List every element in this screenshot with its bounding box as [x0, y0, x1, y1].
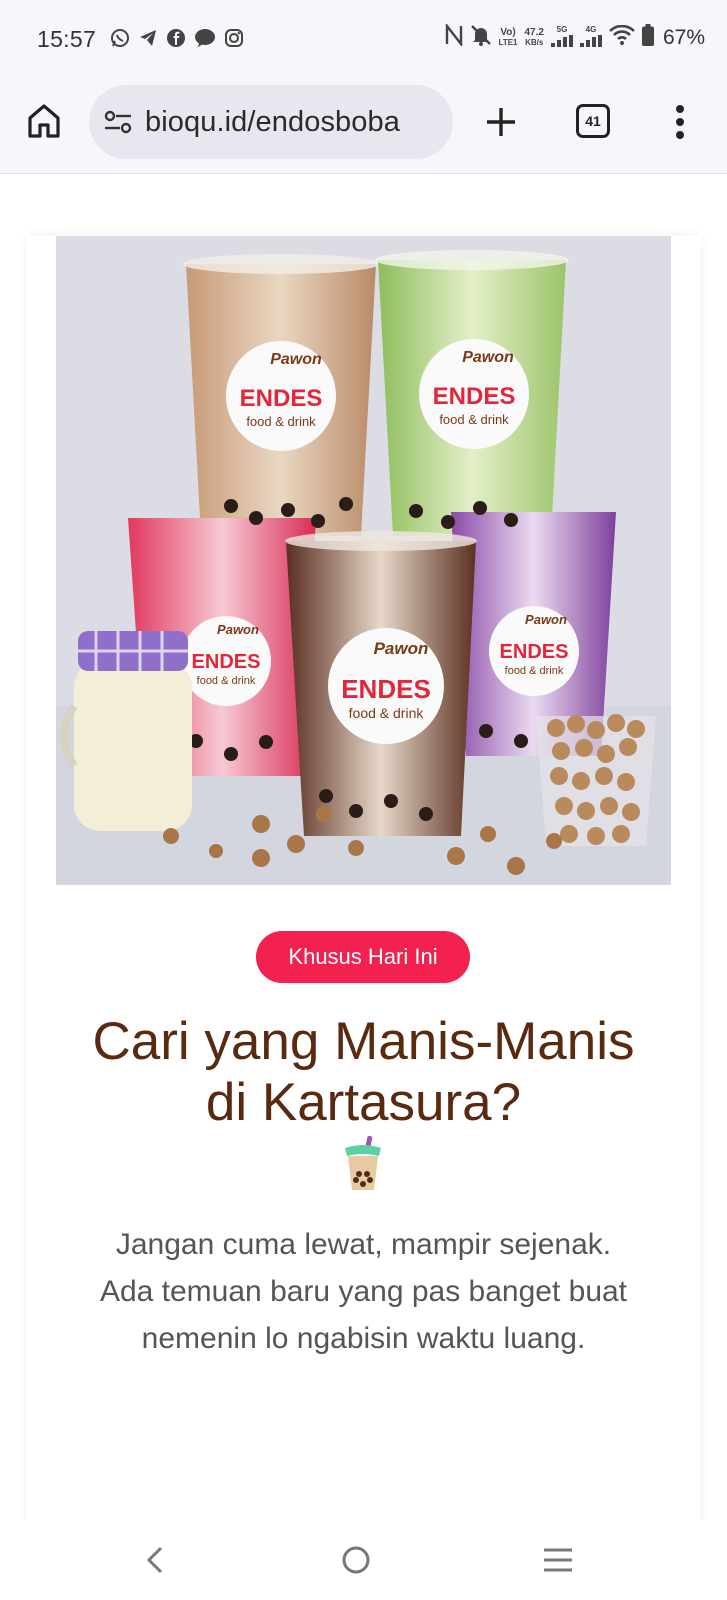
- svg-text:ENDES: ENDES: [500, 641, 569, 663]
- page-description: Jangan cuma lewat, mampir sejenak. Ada t…: [99, 1228, 628, 1355]
- site-settings-icon[interactable]: [103, 110, 133, 134]
- svg-text:ENDES: ENDES: [240, 385, 323, 412]
- kebab-dot-icon: [676, 118, 684, 126]
- page-title: Cari yang Manis-Manis di Kartasura?: [92, 1012, 635, 1132]
- recent-apps-button[interactable]: [536, 1540, 580, 1580]
- kebab-dot-icon: [676, 105, 684, 113]
- svg-text:ENDES: ENDES: [341, 674, 431, 704]
- instagram-icon: [224, 28, 244, 48]
- kebab-dot-icon: [676, 131, 684, 139]
- svg-text:Pawon: Pawon: [462, 349, 514, 366]
- web-page[interactable]: Pawon ENDES food & drink Pawon ENDES foo…: [0, 175, 727, 1520]
- home-nav-button[interactable]: [334, 1540, 378, 1580]
- promo-badge[interactable]: Khusus Hari Ini: [256, 931, 470, 983]
- circle-home-icon: [342, 1546, 370, 1574]
- hero-image: Pawon ENDES food & drink Pawon ENDES foo…: [56, 236, 671, 885]
- system-icons: Vo) LTE1 47.2 KB/s 5G 4G 67%: [445, 22, 705, 51]
- svg-text:food & drink: food & drink: [349, 705, 425, 721]
- svg-text:Pawon: Pawon: [270, 351, 322, 368]
- status-time: 15:57: [37, 26, 97, 52]
- bubble-tea-icon: [339, 1135, 387, 1192]
- status-bar: 15:57 Vo) LTE1 47.2 KB/s 5G 4G 67%: [0, 0, 727, 80]
- battery-icon: [641, 24, 654, 51]
- new-tab-button[interactable]: [481, 102, 521, 142]
- svg-text:Pawon: Pawon: [525, 612, 567, 627]
- svg-text:Pawon: Pawon: [374, 639, 429, 658]
- home-button[interactable]: [26, 101, 62, 141]
- wifi-icon: [609, 24, 635, 50]
- nfc-icon: [445, 22, 463, 51]
- telegram-icon: [138, 28, 158, 48]
- svg-text:ENDES: ENDES: [433, 383, 516, 410]
- svg-text:ENDES: ENDES: [192, 651, 261, 673]
- svg-text:food & drink: food & drink: [439, 412, 509, 427]
- signal-5g: 5G: [550, 25, 573, 50]
- tab-switcher-button[interactable]: 41: [576, 104, 610, 138]
- battery-percent: 67%: [662, 25, 705, 49]
- mute-icon: [470, 24, 492, 51]
- notification-icons: [110, 28, 244, 48]
- volte-indicator: Vo) LTE1: [498, 26, 518, 47]
- home-icon: [28, 104, 60, 138]
- svg-text:food & drink: food & drink: [505, 665, 564, 677]
- browser-toolbar: bioqu.id/endosboba 41: [0, 80, 727, 174]
- svg-text:food & drink: food & drink: [246, 414, 316, 429]
- facebook-icon: [166, 28, 186, 48]
- signal-4g: 4G: [579, 25, 602, 50]
- url-text[interactable]: bioqu.id/endosboba: [145, 106, 400, 139]
- back-button[interactable]: [133, 1540, 177, 1580]
- content-card: Pawon ENDES food & drink Pawon ENDES foo…: [27, 236, 700, 1520]
- svg-text:food & drink: food & drink: [197, 675, 256, 687]
- system-nav-bar: [0, 1520, 727, 1600]
- menu-lines-icon: [544, 1548, 572, 1572]
- whatsapp-icon: [110, 28, 130, 48]
- plus-icon: [487, 108, 515, 136]
- network-speed: 47.2 KB/s: [524, 26, 544, 47]
- address-bar[interactable]: bioqu.id/endosboba: [89, 85, 453, 159]
- svg-text:Pawon: Pawon: [217, 622, 259, 637]
- chevron-left-icon: [146, 1546, 163, 1574]
- messenger-icon: [194, 28, 216, 48]
- more-menu-button[interactable]: [668, 102, 692, 142]
